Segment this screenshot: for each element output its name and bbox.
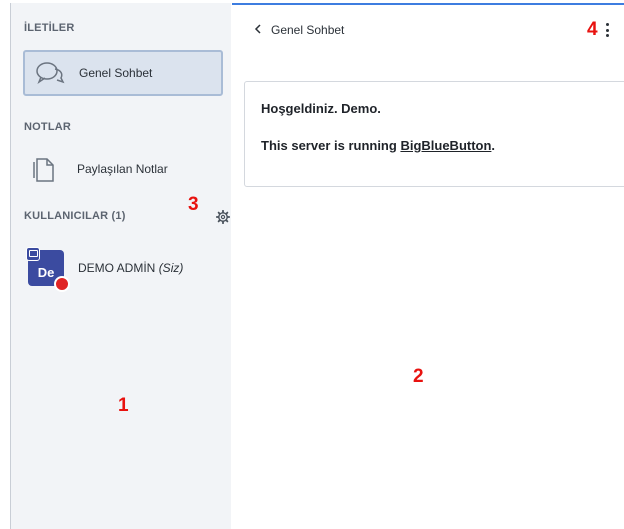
bigbluebutton-link[interactable]: BigBlueButton [400, 138, 491, 153]
server-suffix: . [491, 138, 496, 153]
panel-top-border [232, 3, 624, 5]
messages-section-title: İLETİLER [24, 22, 75, 34]
chevron-left-icon [254, 23, 261, 37]
public-chat-label: Genel Sohbet [79, 66, 153, 80]
chat-header-title: Genel Sohbet [271, 23, 345, 37]
annotation-4: 4 [587, 19, 598, 40]
chat-header-back-button[interactable]: Genel Sohbet [254, 20, 344, 40]
sidebar-item-public-chat[interactable]: Genel Sohbet [23, 50, 223, 96]
documents-icon [33, 155, 57, 183]
avatar-initials: De [37, 265, 55, 280]
user-list-sidebar: İLETİLER Genel Sohbet NOTLAR Paylaşılan … [10, 3, 231, 529]
annotation-2: 2 [413, 366, 424, 387]
chat-bubbles-icon [35, 61, 65, 85]
user-name-text: DEMO ADMİN [78, 261, 156, 275]
annotation-1: 1 [118, 395, 129, 416]
user-name: DEMO ADMİN (Siz) [78, 261, 183, 275]
users-section-title: KULLANICILAR (1) [24, 210, 126, 222]
annotation-3: 3 [188, 194, 199, 215]
avatar: De [26, 247, 70, 292]
you-tag: (Siz) [158, 261, 184, 275]
moderator-badge-icon [54, 276, 70, 292]
notes-section-title: NOTLAR [24, 121, 72, 133]
shared-notes-label: Paylaşılan Notlar [77, 162, 168, 176]
server-prefix: This server is running [261, 138, 401, 153]
presenter-icon [26, 247, 40, 261]
user-list-item[interactable]: De DEMO ADMİN (Siz) [21, 246, 226, 292]
server-info-text: This server is running BigBlueButton. [261, 138, 624, 153]
welcome-text: Hoşgeldiniz. Demo. [261, 101, 381, 116]
sidebar-item-shared-notes[interactable]: Paylaşılan Notlar [23, 146, 223, 192]
welcome-message: Hoşgeldiniz. Demo. This server is runnin… [244, 81, 624, 187]
gear-icon[interactable] [215, 209, 231, 229]
app-root: İLETİLER Genel Sohbet NOTLAR Paylaşılan … [0, 0, 624, 529]
kebab-menu-icon[interactable] [604, 23, 610, 37]
